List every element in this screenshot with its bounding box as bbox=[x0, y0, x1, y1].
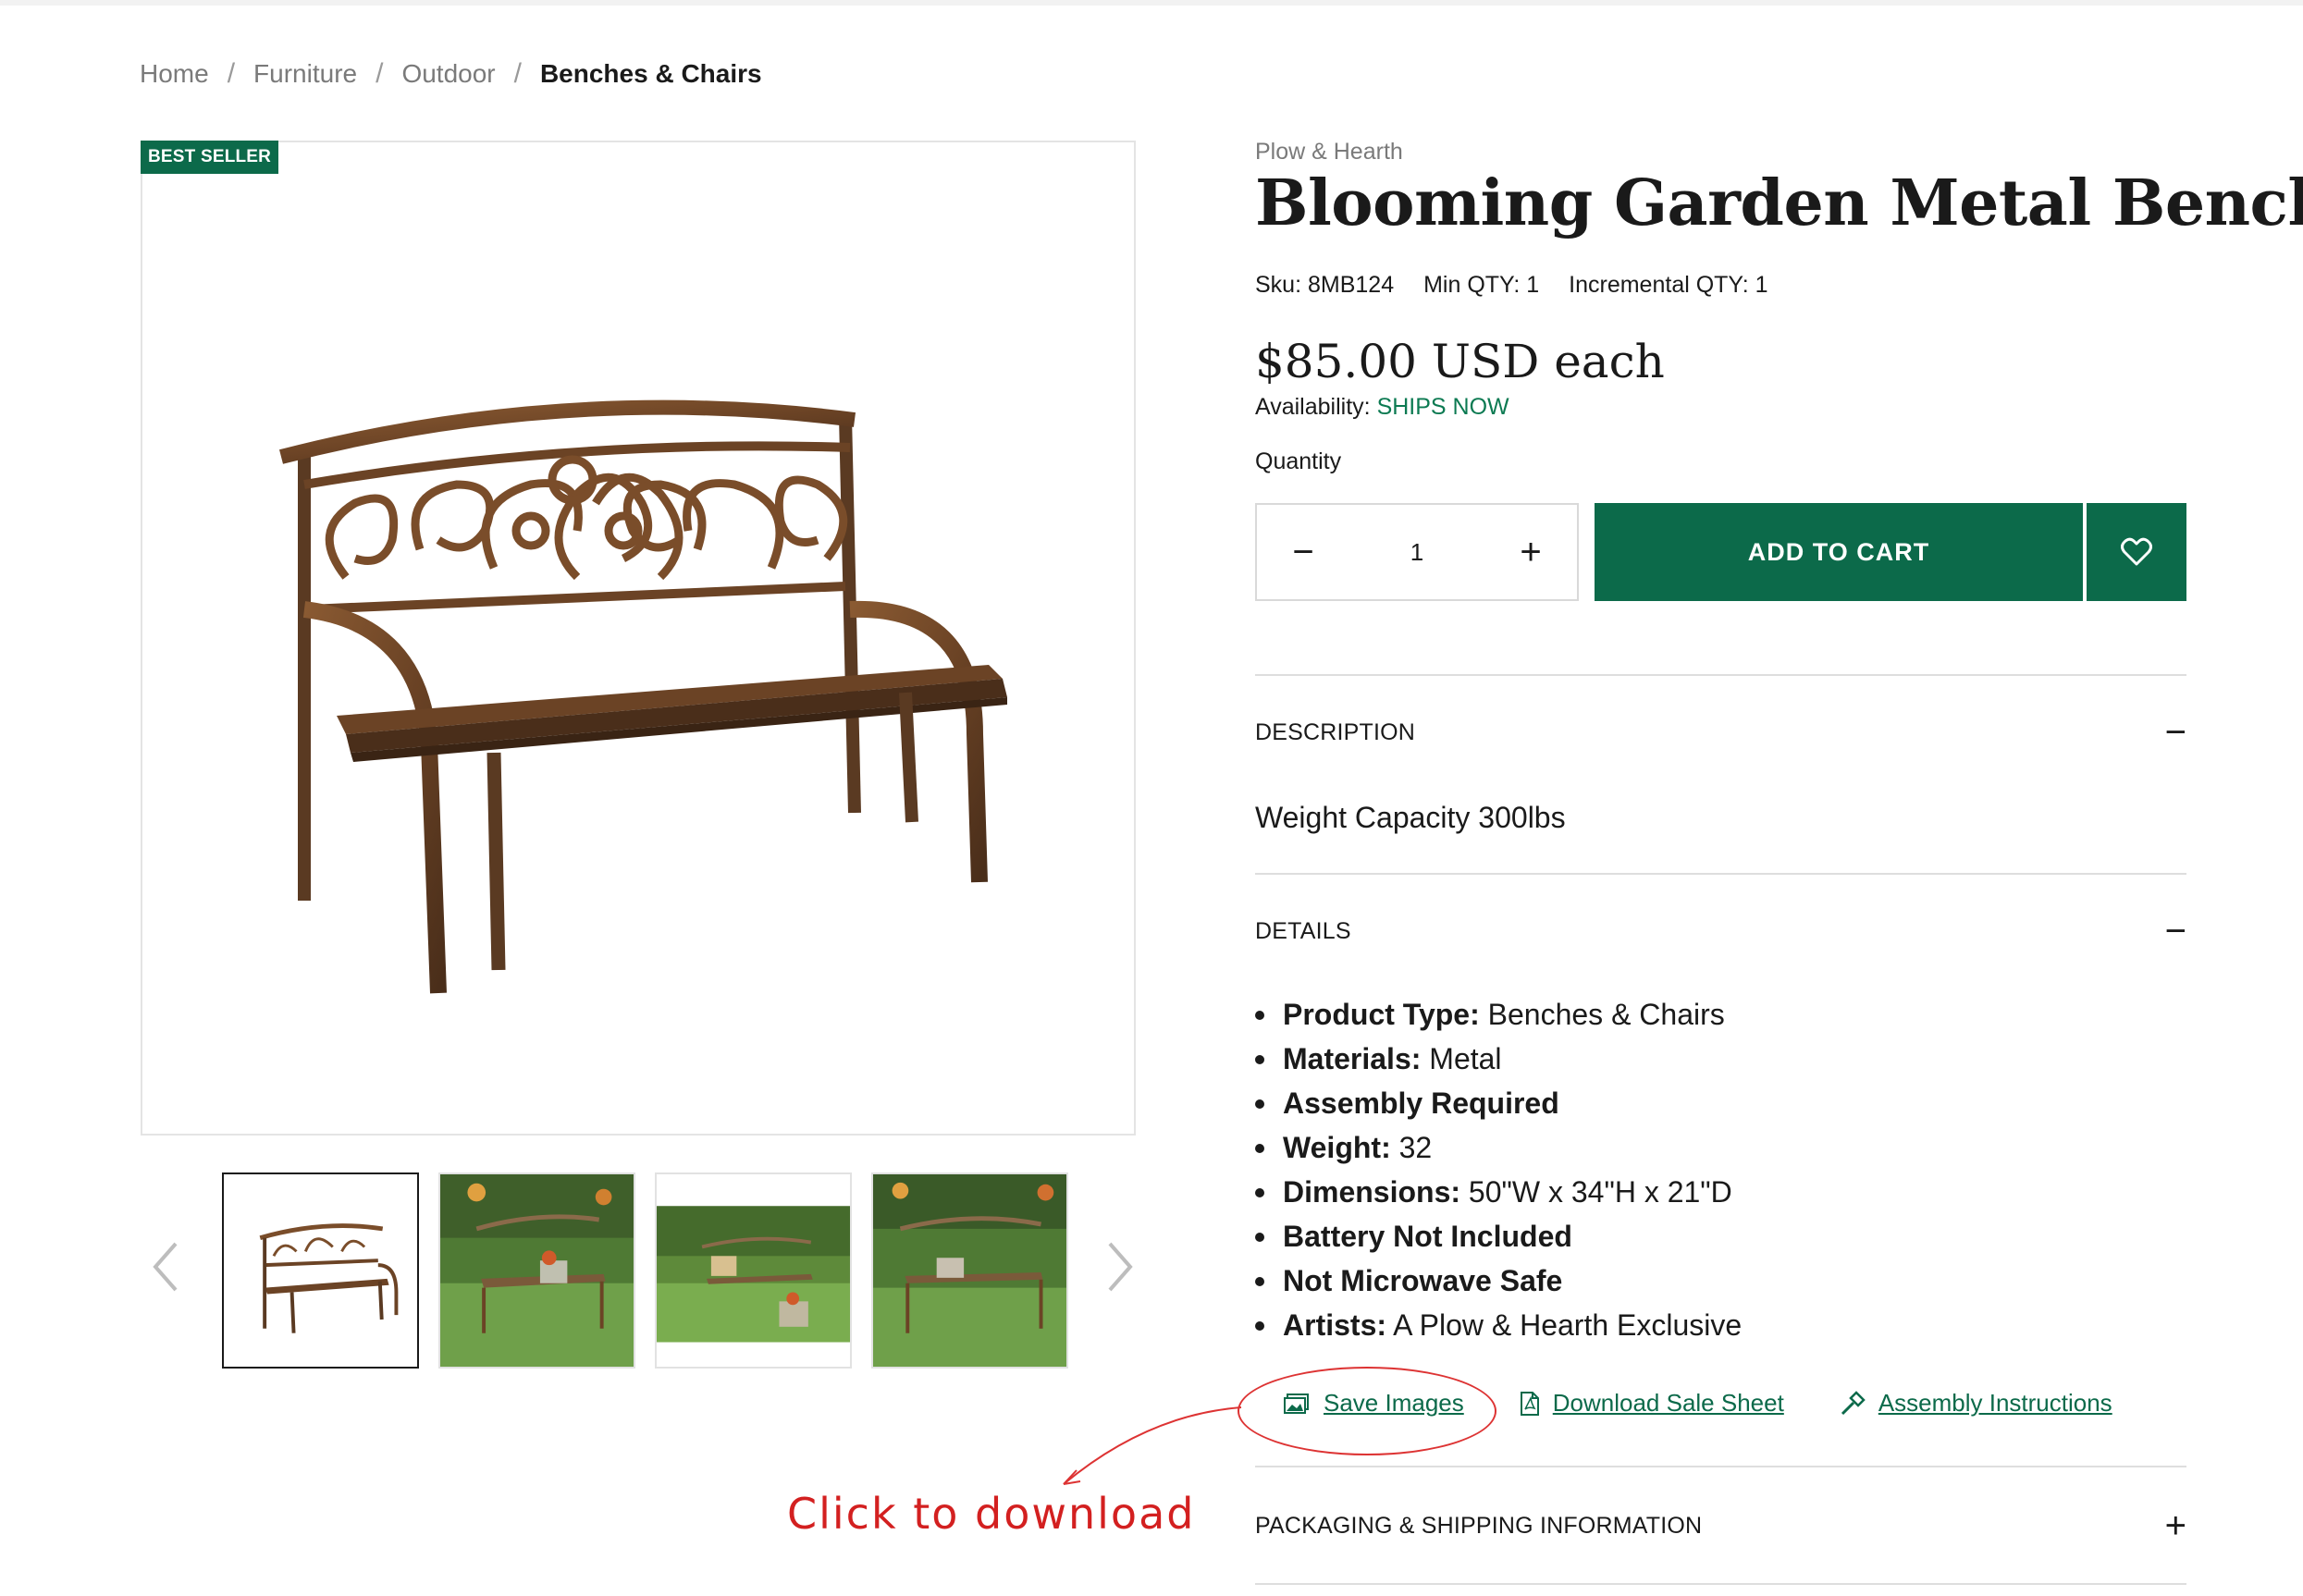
best-seller-badge: BEST SELLER bbox=[141, 141, 279, 174]
list-item: Dimensions: 50"W x 34"H x 21"D bbox=[1255, 1173, 1742, 1218]
details-list: Product Type: Benches & Chairs Materials… bbox=[1255, 996, 1742, 1351]
detail-label: Not Microwave Safe bbox=[1283, 1264, 1563, 1297]
min-qty-label: Min QTY: bbox=[1423, 272, 1521, 298]
accordion-details-header[interactable]: DETAILS − bbox=[1255, 913, 2186, 950]
list-item: Assembly Required bbox=[1255, 1085, 1742, 1129]
incremental-qty-value: 1 bbox=[1755, 272, 1768, 298]
breadcrumb-separator: / bbox=[227, 58, 236, 89]
wishlist-button[interactable] bbox=[2087, 503, 2186, 601]
sku-value: 8MB124 bbox=[1307, 272, 1395, 298]
availability-label: Availability: bbox=[1255, 394, 1371, 420]
assembly-instructions-label: Assembly Instructions bbox=[1878, 1389, 2112, 1417]
bench-image bbox=[279, 399, 1007, 994]
accordion-details-title: DETAILS bbox=[1255, 917, 1351, 944]
product-title: Blooming Garden Metal Bench bbox=[1255, 166, 2303, 240]
add-to-cart-button[interactable]: ADD TO CART bbox=[1595, 503, 2083, 601]
availability-status: SHIPS NOW bbox=[1376, 394, 1509, 420]
detail-label: Materials: bbox=[1283, 1042, 1422, 1075]
detail-label: Assembly Required bbox=[1283, 1087, 1559, 1120]
detail-value: Metal bbox=[1429, 1042, 1502, 1075]
detail-label: Product Type: bbox=[1283, 998, 1480, 1031]
list-item: Not Microwave Safe bbox=[1255, 1262, 1742, 1307]
divider bbox=[1255, 873, 2186, 875]
quantity-label: Quantity bbox=[1255, 448, 1342, 474]
detail-value: 32 bbox=[1398, 1131, 1433, 1164]
thumbnail-4[interactable] bbox=[871, 1172, 1068, 1369]
list-item: Artists: A Plow & Hearth Exclusive bbox=[1255, 1307, 1742, 1351]
assembly-instructions-link[interactable]: Assembly Instructions bbox=[1840, 1389, 2112, 1418]
carousel-next-button[interactable] bbox=[1091, 1234, 1147, 1299]
thumbnail-2[interactable] bbox=[438, 1172, 635, 1369]
annotation-circle bbox=[1238, 1367, 1496, 1455]
detail-label: Dimensions: bbox=[1283, 1175, 1461, 1209]
sku-label: Sku: bbox=[1255, 272, 1302, 298]
chevron-left-icon bbox=[153, 1242, 178, 1292]
min-qty-value: 1 bbox=[1526, 272, 1540, 298]
main-product-image[interactable] bbox=[141, 141, 1136, 1136]
min-qty-info: Min QTY: 1 bbox=[1423, 272, 1539, 299]
breadcrumb-home[interactable]: Home bbox=[140, 59, 209, 89]
bench-garden-angle-thumbnail bbox=[873, 1174, 1066, 1367]
divider bbox=[1255, 1466, 2186, 1467]
breadcrumb-separator: / bbox=[376, 58, 384, 89]
carousel-prev-button[interactable] bbox=[139, 1234, 194, 1299]
detail-label: Artists: bbox=[1283, 1308, 1387, 1342]
annotation-text: Click to download bbox=[787, 1489, 1196, 1539]
accordion-description-title: DESCRIPTION bbox=[1255, 718, 1416, 745]
quantity-stepper: − + bbox=[1255, 503, 1579, 601]
breadcrumb-outdoor[interactable]: Outdoor bbox=[401, 59, 495, 89]
pdf-file-icon bbox=[1520, 1391, 1539, 1416]
thumbnail-1[interactable] bbox=[222, 1172, 419, 1369]
breadcrumb: Home / Furniture / Outdoor / Benches & C… bbox=[140, 57, 762, 91]
incremental-qty-label: Incremental QTY: bbox=[1569, 272, 1749, 298]
accordion-packaging-header[interactable]: PACKAGING & SHIPPING INFORMATION + bbox=[1255, 1507, 2186, 1544]
thumbnail-carousel bbox=[129, 1170, 1147, 1373]
divider bbox=[1255, 1583, 2186, 1585]
top-border bbox=[0, 0, 2303, 6]
quantity-decrease-button[interactable]: − bbox=[1285, 534, 1322, 571]
list-item: Materials: Metal bbox=[1255, 1040, 1742, 1085]
bench-garden-wide-thumbnail bbox=[657, 1174, 850, 1367]
collapse-icon[interactable]: − bbox=[2165, 913, 2186, 950]
detail-value: 50"W x 34"H x 21"D bbox=[1468, 1175, 1732, 1209]
breadcrumb-current: Benches & Chairs bbox=[539, 59, 762, 88]
accordion-description-header[interactable]: DESCRIPTION − bbox=[1255, 714, 2186, 751]
accordion-packaging-title: PACKAGING & SHIPPING INFORMATION bbox=[1255, 1512, 1703, 1539]
product-meta: Sku: 8MB124 Min QTY: 1 Incremental QTY: … bbox=[1255, 272, 1768, 299]
availability: Availability: SHIPS NOW bbox=[1255, 394, 1509, 421]
detail-value: Benches & Chairs bbox=[1487, 998, 1725, 1031]
bench-garden-thumbnail bbox=[440, 1174, 634, 1367]
sku-info: Sku: 8MB124 bbox=[1255, 272, 1394, 299]
quantity-increase-button[interactable]: + bbox=[1512, 534, 1549, 571]
divider bbox=[1255, 674, 2186, 676]
collapse-icon[interactable]: − bbox=[2165, 714, 2186, 751]
list-item: Weight: 32 bbox=[1255, 1129, 1742, 1173]
detail-value: A Plow & Hearth Exclusive bbox=[1393, 1308, 1743, 1342]
product-price: $85.00 USD each bbox=[1255, 335, 1665, 388]
download-sale-sheet-link[interactable]: Download Sale Sheet bbox=[1520, 1389, 1784, 1418]
detail-label: Battery Not Included bbox=[1283, 1220, 1572, 1253]
expand-icon[interactable]: + bbox=[2165, 1507, 2186, 1544]
incremental-qty-info: Incremental QTY: 1 bbox=[1569, 272, 1767, 299]
hammer-icon bbox=[1841, 1390, 1866, 1415]
description-text: Weight Capacity 300lbs bbox=[1255, 801, 1566, 834]
list-item: Battery Not Included bbox=[1255, 1218, 1742, 1262]
annotation-arrow-icon bbox=[1063, 1406, 1242, 1485]
product-brand[interactable]: Plow & Hearth bbox=[1255, 139, 1403, 166]
breadcrumb-separator: / bbox=[513, 58, 522, 89]
list-item: Product Type: Benches & Chairs bbox=[1255, 996, 1742, 1040]
detail-label: Weight: bbox=[1283, 1131, 1391, 1164]
chevron-right-icon bbox=[1108, 1242, 1133, 1292]
heart-icon bbox=[2121, 537, 2152, 566]
breadcrumb-furniture[interactable]: Furniture bbox=[253, 59, 357, 89]
bench-white-thumbnail bbox=[224, 1174, 417, 1367]
quantity-input[interactable] bbox=[1371, 537, 1463, 567]
thumbnail-3[interactable] bbox=[655, 1172, 852, 1369]
download-sale-sheet-label: Download Sale Sheet bbox=[1552, 1389, 1784, 1417]
